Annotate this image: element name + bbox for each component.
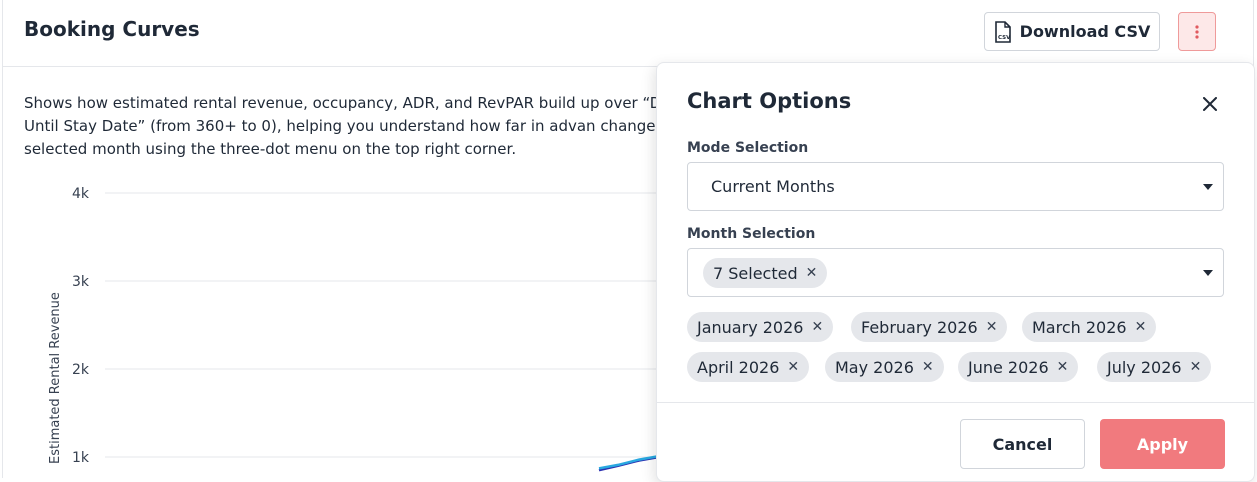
close-panel-button[interactable]	[1197, 91, 1223, 117]
download-csv-label: Download CSV	[1019, 22, 1151, 41]
y-tick-label: 3k	[72, 274, 90, 290]
month-chip-label: July 2026	[1107, 357, 1182, 377]
selected-summary-text: 7 Selected	[713, 263, 798, 283]
month-select[interactable]: 7 Selected ✕	[687, 248, 1224, 297]
clear-selection-icon[interactable]: ✕	[806, 266, 818, 280]
month-chip-january: January 2026 ✕	[687, 312, 834, 342]
remove-chip-icon[interactable]: ✕	[787, 360, 799, 374]
series-line	[598, 455, 660, 472]
chart-description: Shows how estimated rental revenue, occu…	[24, 94, 688, 158]
selected-summary-chip: 7 Selected ✕	[703, 258, 828, 288]
month-chip-label: January 2026	[697, 317, 804, 337]
chart-options-panel: Chart Options Mode Selection Current Mon…	[656, 62, 1255, 482]
remove-chip-icon[interactable]: ✕	[1190, 360, 1202, 374]
remove-chip-icon[interactable]: ✕	[1057, 360, 1069, 374]
y-axis-label: Estimated Rental Revenue	[48, 292, 63, 464]
mode-select-value: Current Months	[711, 177, 835, 196]
csv-icon-label: CSV	[998, 35, 1011, 41]
month-chip-april: April 2026 ✕	[687, 352, 810, 382]
y-tick-label: 2k	[72, 362, 90, 378]
month-chip-label: June 2026	[968, 357, 1049, 377]
remove-chip-icon[interactable]: ✕	[986, 320, 998, 334]
chevron-down-icon	[1203, 270, 1213, 276]
more-options-button[interactable]	[1178, 12, 1216, 51]
download-csv-button[interactable]: CSV Download CSV	[984, 12, 1160, 51]
card-title: Booking Curves	[24, 17, 200, 41]
panel-title: Chart Options	[687, 89, 852, 113]
remove-chip-icon[interactable]: ✕	[811, 320, 823, 334]
panel-footer-divider	[657, 402, 1254, 403]
month-chip-label: February 2026	[861, 317, 978, 337]
y-tick-label: 4k	[72, 186, 90, 202]
month-chip-june: June 2026 ✕	[958, 352, 1079, 382]
apply-button[interactable]: Apply	[1100, 419, 1225, 469]
mode-select[interactable]: Current Months	[687, 162, 1224, 211]
kebab-menu-icon	[1195, 24, 1199, 39]
month-chip-label: May 2026	[835, 357, 914, 377]
y-tick-label: 1k	[72, 450, 90, 466]
mode-selection-label: Mode Selection	[687, 140, 809, 156]
month-chip-february: February 2026 ✕	[851, 312, 1008, 342]
card-header: Booking Curves CSV Download CSV	[3, 0, 1253, 67]
close-icon	[1203, 97, 1217, 111]
month-chip-may: May 2026 ✕	[825, 352, 944, 382]
month-chip-label: April 2026	[697, 357, 780, 377]
series-line	[598, 454, 660, 470]
month-selection-label: Month Selection	[687, 226, 816, 242]
csv-file-icon: CSV	[994, 20, 1011, 43]
remove-chip-icon[interactable]: ✕	[922, 360, 934, 374]
month-chip-july: July 2026 ✕	[1097, 352, 1212, 382]
remove-chip-icon[interactable]: ✕	[1135, 320, 1147, 334]
booking-curve-chart: 4k 3k 2k 1k Estimated Rental Revenue	[48, 186, 663, 472]
month-chip-label: March 2026	[1032, 317, 1127, 337]
month-chip-march: March 2026 ✕	[1022, 312, 1157, 342]
chevron-down-icon	[1203, 184, 1213, 190]
cancel-button[interactable]: Cancel	[960, 419, 1085, 469]
